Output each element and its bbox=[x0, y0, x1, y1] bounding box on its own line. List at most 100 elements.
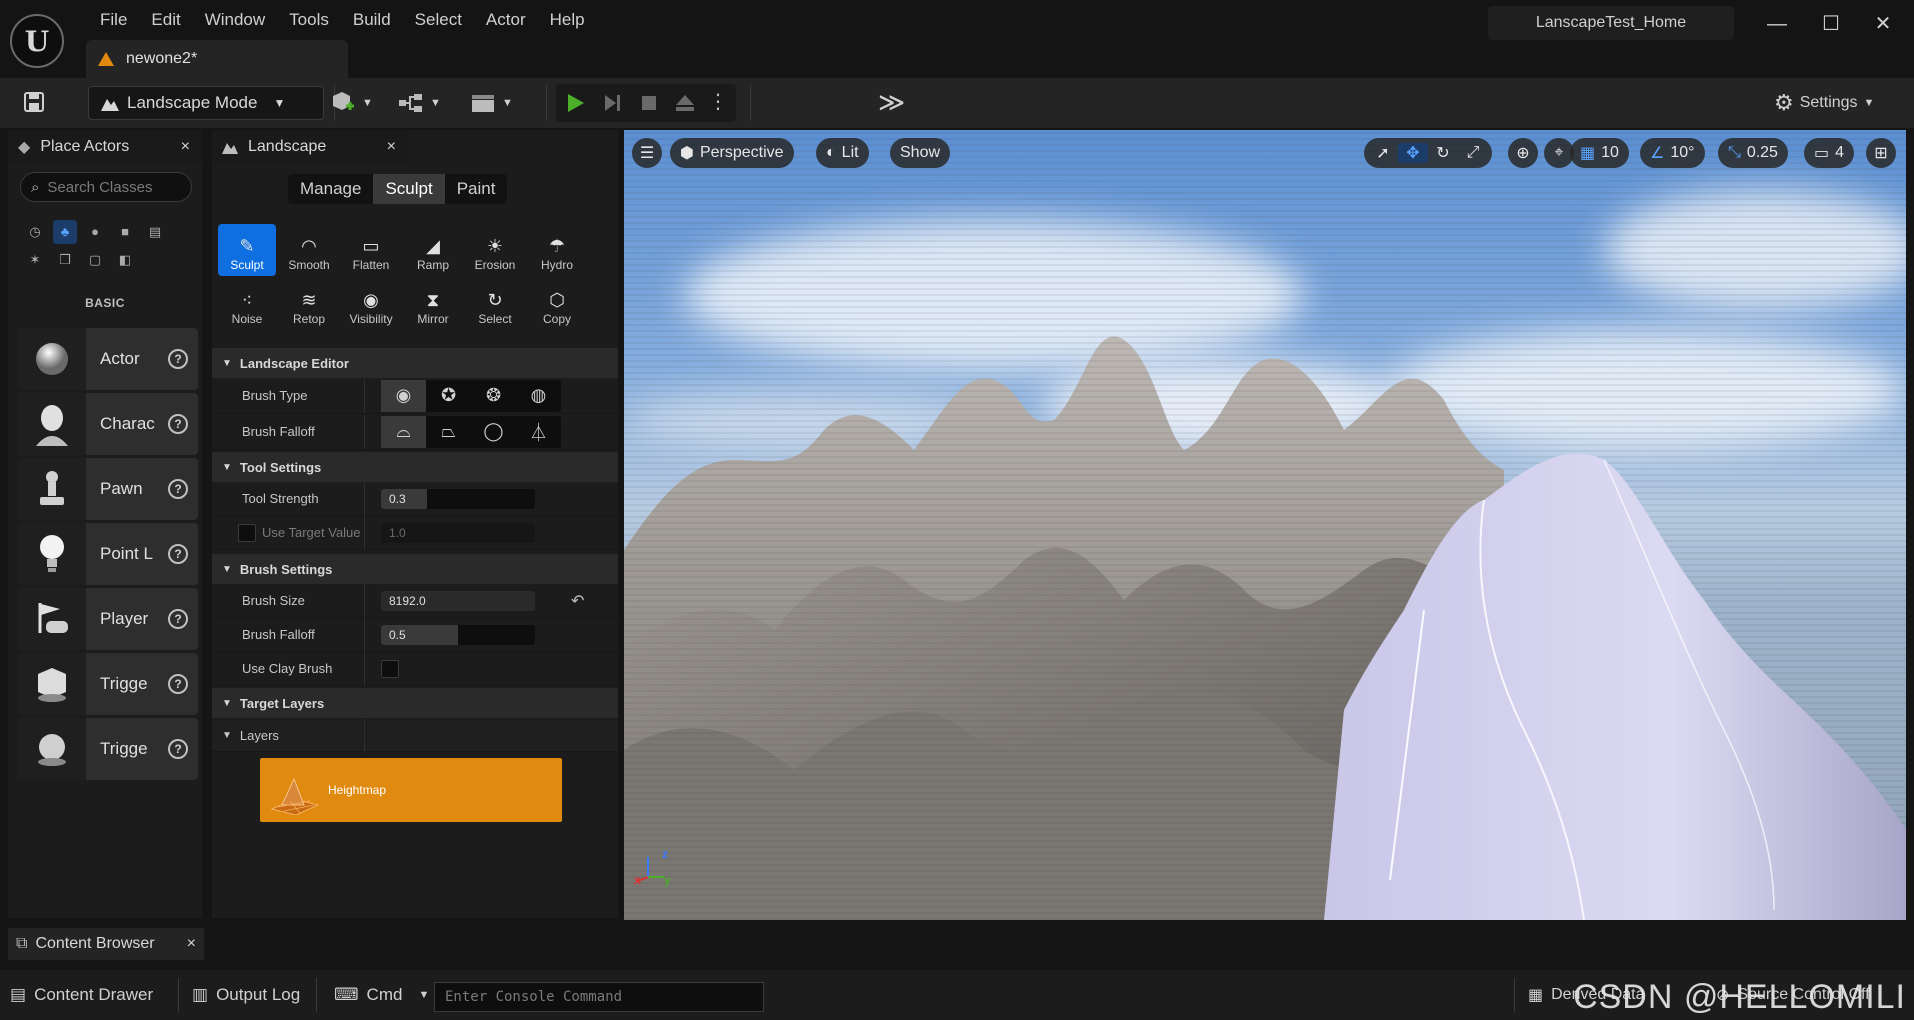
tab-paint[interactable]: Paint bbox=[445, 174, 508, 204]
select-mode-icon[interactable]: ➚ bbox=[1368, 143, 1398, 163]
blueprints-button[interactable]: ▼ bbox=[398, 86, 441, 120]
tool-visibility[interactable]: ◉ Visibility bbox=[342, 278, 400, 330]
translate-icon[interactable]: ✥ bbox=[1398, 143, 1428, 163]
section-landscape-editor[interactable]: ▼ Landscape Editor bbox=[212, 348, 618, 378]
grid-snap-button[interactable]: ▦ 10 bbox=[1570, 138, 1629, 168]
close-icon[interactable]: × bbox=[181, 138, 190, 156]
menu-actor[interactable]: Actor bbox=[474, 9, 538, 31]
content-drawer-button[interactable]: ▤ Content Drawer bbox=[10, 978, 153, 1012]
brush-falloff-slider[interactable]: 0.5 bbox=[381, 624, 535, 645]
tool-noise[interactable]: ⁖ Noise bbox=[218, 278, 276, 330]
menu-window[interactable]: Window bbox=[193, 9, 277, 31]
section-brush-settings[interactable]: ▼ Brush Settings bbox=[212, 554, 618, 584]
actor-item[interactable]: Trigge ? bbox=[18, 653, 198, 715]
help-icon[interactable]: ? bbox=[168, 739, 188, 759]
help-icon[interactable]: ? bbox=[168, 674, 188, 694]
tool-sculpt[interactable]: ✎ Sculpt bbox=[218, 224, 276, 276]
menu-build[interactable]: Build bbox=[341, 9, 403, 31]
volumes-icon[interactable]: ❒ bbox=[53, 248, 77, 272]
shapes-icon[interactable]: ■ bbox=[113, 220, 137, 244]
tool-smooth[interactable]: ◠ Smooth bbox=[280, 224, 338, 276]
geometry-icon[interactable]: ◧ bbox=[113, 248, 137, 272]
content-browser-tab[interactable]: ⧉ Content Browser × bbox=[8, 928, 204, 960]
tool-select[interactable]: ↻ Select bbox=[466, 278, 524, 330]
menu-help[interactable]: Help bbox=[538, 9, 597, 31]
minimize-button[interactable]: — bbox=[1762, 10, 1792, 38]
save-icon[interactable] bbox=[22, 90, 46, 114]
tool-erosion[interactable]: ☀ Erosion bbox=[466, 224, 524, 276]
section-tool-settings[interactable]: ▼ Tool Settings bbox=[212, 452, 618, 482]
help-icon[interactable]: ? bbox=[168, 414, 188, 434]
maximize-button[interactable]: ☐ bbox=[1816, 10, 1846, 38]
actor-item[interactable]: Charac ? bbox=[18, 393, 198, 455]
actor-item[interactable]: Player ? bbox=[18, 588, 198, 650]
viewport-layout-button[interactable]: ⊞ bbox=[1866, 138, 1896, 168]
use-target-value-checkbox[interactable] bbox=[238, 523, 256, 542]
tip-falloff-icon[interactable]: ⏃ bbox=[516, 416, 561, 448]
reset-icon[interactable]: ↶ bbox=[571, 591, 584, 611]
mode-selector[interactable]: Landscape Mode ▼ bbox=[88, 86, 324, 120]
menu-edit[interactable]: Edit bbox=[139, 9, 192, 31]
tool-ramp[interactable]: ◢ Ramp bbox=[404, 224, 462, 276]
output-log-button[interactable]: ▥ Output Log bbox=[192, 978, 300, 1012]
menu-select[interactable]: Select bbox=[403, 9, 474, 31]
circle-brush-icon[interactable]: ◉ bbox=[381, 379, 426, 412]
close-icon[interactable]: × bbox=[387, 138, 396, 156]
heightmap-layer[interactable]: Heightmap bbox=[260, 758, 562, 822]
place-actors-tab[interactable]: ◆ Place Actors × bbox=[8, 130, 202, 164]
play-icon[interactable] bbox=[564, 92, 586, 114]
tab-manage[interactable]: Manage bbox=[288, 174, 373, 204]
basic-category-icon[interactable]: ♣ bbox=[53, 220, 77, 244]
smooth-falloff-icon[interactable]: ⌓ bbox=[381, 415, 426, 448]
play-options-icon[interactable]: ⋮ bbox=[708, 90, 728, 114]
camera-speed-button[interactable]: ▭ 4 bbox=[1804, 138, 1855, 168]
tool-flatten[interactable]: ▭ Flatten bbox=[342, 224, 400, 276]
alpha-brush-icon[interactable]: ✪ bbox=[426, 380, 471, 412]
target-value-field[interactable]: 1.0 bbox=[381, 522, 535, 543]
tool-retop[interactable]: ≋ Retop bbox=[280, 278, 338, 330]
help-icon[interactable]: ? bbox=[168, 349, 188, 369]
cinematics-button[interactable]: ▼ bbox=[470, 86, 513, 120]
more-toolbar-icon[interactable]: ≫ bbox=[878, 88, 905, 116]
level-viewport[interactable]: ☰ ⬢ Perspective ◐ Lit Show ➚ ✥ ↻ ⤢ ⊕ ⌖ ▦ 10… bbox=[624, 130, 1906, 920]
show-button[interactable]: Show bbox=[890, 138, 951, 168]
visual-effects-icon[interactable]: ✶ bbox=[23, 248, 47, 272]
close-icon[interactable]: × bbox=[187, 935, 196, 953]
viewport-menu-button[interactable]: ☰ bbox=[632, 138, 662, 168]
search-input[interactable]: ⌕ Search Classes bbox=[20, 172, 192, 202]
layers-row[interactable]: ▼ Layers bbox=[212, 718, 618, 753]
use-clay-brush-checkbox[interactable] bbox=[381, 659, 399, 678]
actor-item[interactable]: Pawn ? bbox=[18, 458, 198, 520]
stop-icon[interactable] bbox=[638, 92, 660, 114]
eject-icon[interactable] bbox=[674, 92, 696, 114]
component-brush-icon[interactable]: ◍ bbox=[516, 380, 561, 412]
lights-icon[interactable]: ● bbox=[83, 220, 107, 244]
tab-sculpt[interactable]: Sculpt bbox=[373, 174, 445, 204]
tool-copy[interactable]: ⬡ Copy bbox=[528, 278, 586, 330]
menu-file[interactable]: File bbox=[88, 9, 139, 31]
cmd-dropdown[interactable]: ⌨ Cmd ▼ bbox=[334, 978, 429, 1012]
actor-item[interactable]: Actor ? bbox=[18, 328, 198, 390]
add-content-button[interactable]: ▼ bbox=[330, 86, 373, 120]
pattern-brush-icon[interactable]: ❂ bbox=[471, 380, 516, 412]
tool-mirror[interactable]: ⧗ Mirror bbox=[404, 278, 462, 330]
advance-frame-icon[interactable] bbox=[602, 92, 624, 114]
landscape-tab[interactable]: Landscape × bbox=[212, 130, 408, 164]
lit-button[interactable]: ◐ Lit bbox=[816, 138, 869, 168]
help-icon[interactable]: ? bbox=[168, 544, 188, 564]
perspective-button[interactable]: ⬢ Perspective bbox=[670, 138, 794, 168]
console-input[interactable]: Enter Console Command bbox=[434, 982, 764, 1012]
document-tab[interactable]: newone2* bbox=[86, 40, 348, 78]
settings-button[interactable]: ⚙ Settings ▼ bbox=[1774, 86, 1874, 120]
spherical-falloff-icon[interactable]: ◯ bbox=[471, 416, 516, 448]
section-target-layers[interactable]: ▼ Target Layers bbox=[212, 688, 618, 718]
all-classes-icon[interactable]: ▢ bbox=[83, 248, 107, 272]
actor-item[interactable]: Trigge ? bbox=[18, 718, 198, 780]
scale-snap-button[interactable]: ⤡ 0.25 bbox=[1718, 138, 1788, 168]
help-icon[interactable]: ? bbox=[168, 609, 188, 629]
cinematic-icon[interactable]: ▤ bbox=[143, 220, 167, 244]
close-window-button[interactable]: ✕ bbox=[1868, 10, 1898, 38]
actor-item[interactable]: Point L ? bbox=[18, 523, 198, 585]
unreal-logo-icon[interactable]: U bbox=[10, 14, 64, 68]
help-icon[interactable]: ? bbox=[168, 479, 188, 499]
